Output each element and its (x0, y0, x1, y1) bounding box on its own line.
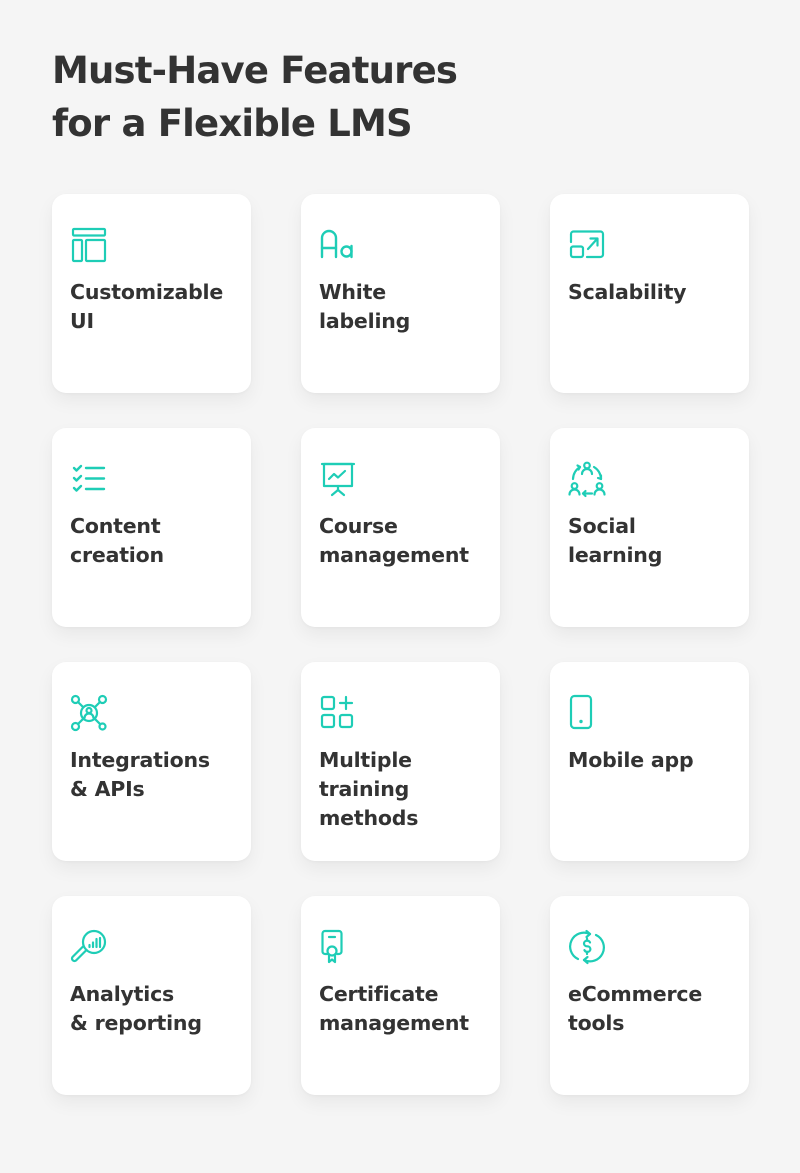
magnifier-chart-icon (70, 928, 108, 966)
typography-icon (319, 226, 357, 264)
feature-card-integrations-apis: Integrations & APIs (52, 662, 251, 861)
page-title: Must-Have Features for a Flexible LMS (52, 44, 458, 150)
people-cycle-icon (568, 460, 606, 498)
feature-card-multiple-training-methods: Multiple training methods (301, 662, 500, 861)
resize-screen-icon (568, 226, 606, 264)
feature-card-mobile-app: Mobile app (550, 662, 749, 861)
feature-grid: Customizable UI White labeling Scalabili… (52, 194, 749, 1095)
feature-label: Certificate management (319, 982, 469, 1035)
feature-label: Integrations & APIs (70, 748, 210, 801)
add-modules-icon (319, 694, 357, 732)
feature-label: Analytics & reporting (70, 982, 202, 1035)
feature-card-ecommerce-tools: eCommerce tools (550, 896, 749, 1095)
feature-label: White labeling (319, 280, 411, 333)
currency-exchange-icon (568, 928, 606, 966)
feature-card-customizable-ui: Customizable UI (52, 194, 251, 393)
presentation-board-icon (319, 460, 357, 498)
feature-label: Social learning (568, 514, 663, 567)
feature-label: eCommerce tools (568, 982, 703, 1035)
feature-label: Customizable UI (70, 280, 224, 333)
certificate-icon (319, 928, 357, 966)
feature-label: Scalability (568, 280, 687, 304)
smartphone-icon (568, 694, 606, 732)
feature-card-analytics-reporting: Analytics & reporting (52, 896, 251, 1095)
title-line-1: Must-Have Features (52, 49, 458, 92)
feature-card-scalability: Scalability (550, 194, 749, 393)
layout-icon (70, 226, 108, 264)
feature-card-white-labeling: White labeling (301, 194, 500, 393)
title-line-2: for a Flexible LMS (52, 102, 413, 145)
feature-label: Multiple training methods (319, 748, 419, 830)
feature-card-certificate-management: Certificate management (301, 896, 500, 1095)
checklist-icon (70, 460, 108, 498)
feature-card-course-management: Course management (301, 428, 500, 627)
feature-card-content-creation: Content creation (52, 428, 251, 627)
feature-label: Mobile app (568, 748, 694, 772)
network-hub-icon (70, 694, 108, 732)
feature-card-social-learning: Social learning (550, 428, 749, 627)
feature-label: Content creation (70, 514, 164, 567)
feature-label: Course management (319, 514, 469, 567)
